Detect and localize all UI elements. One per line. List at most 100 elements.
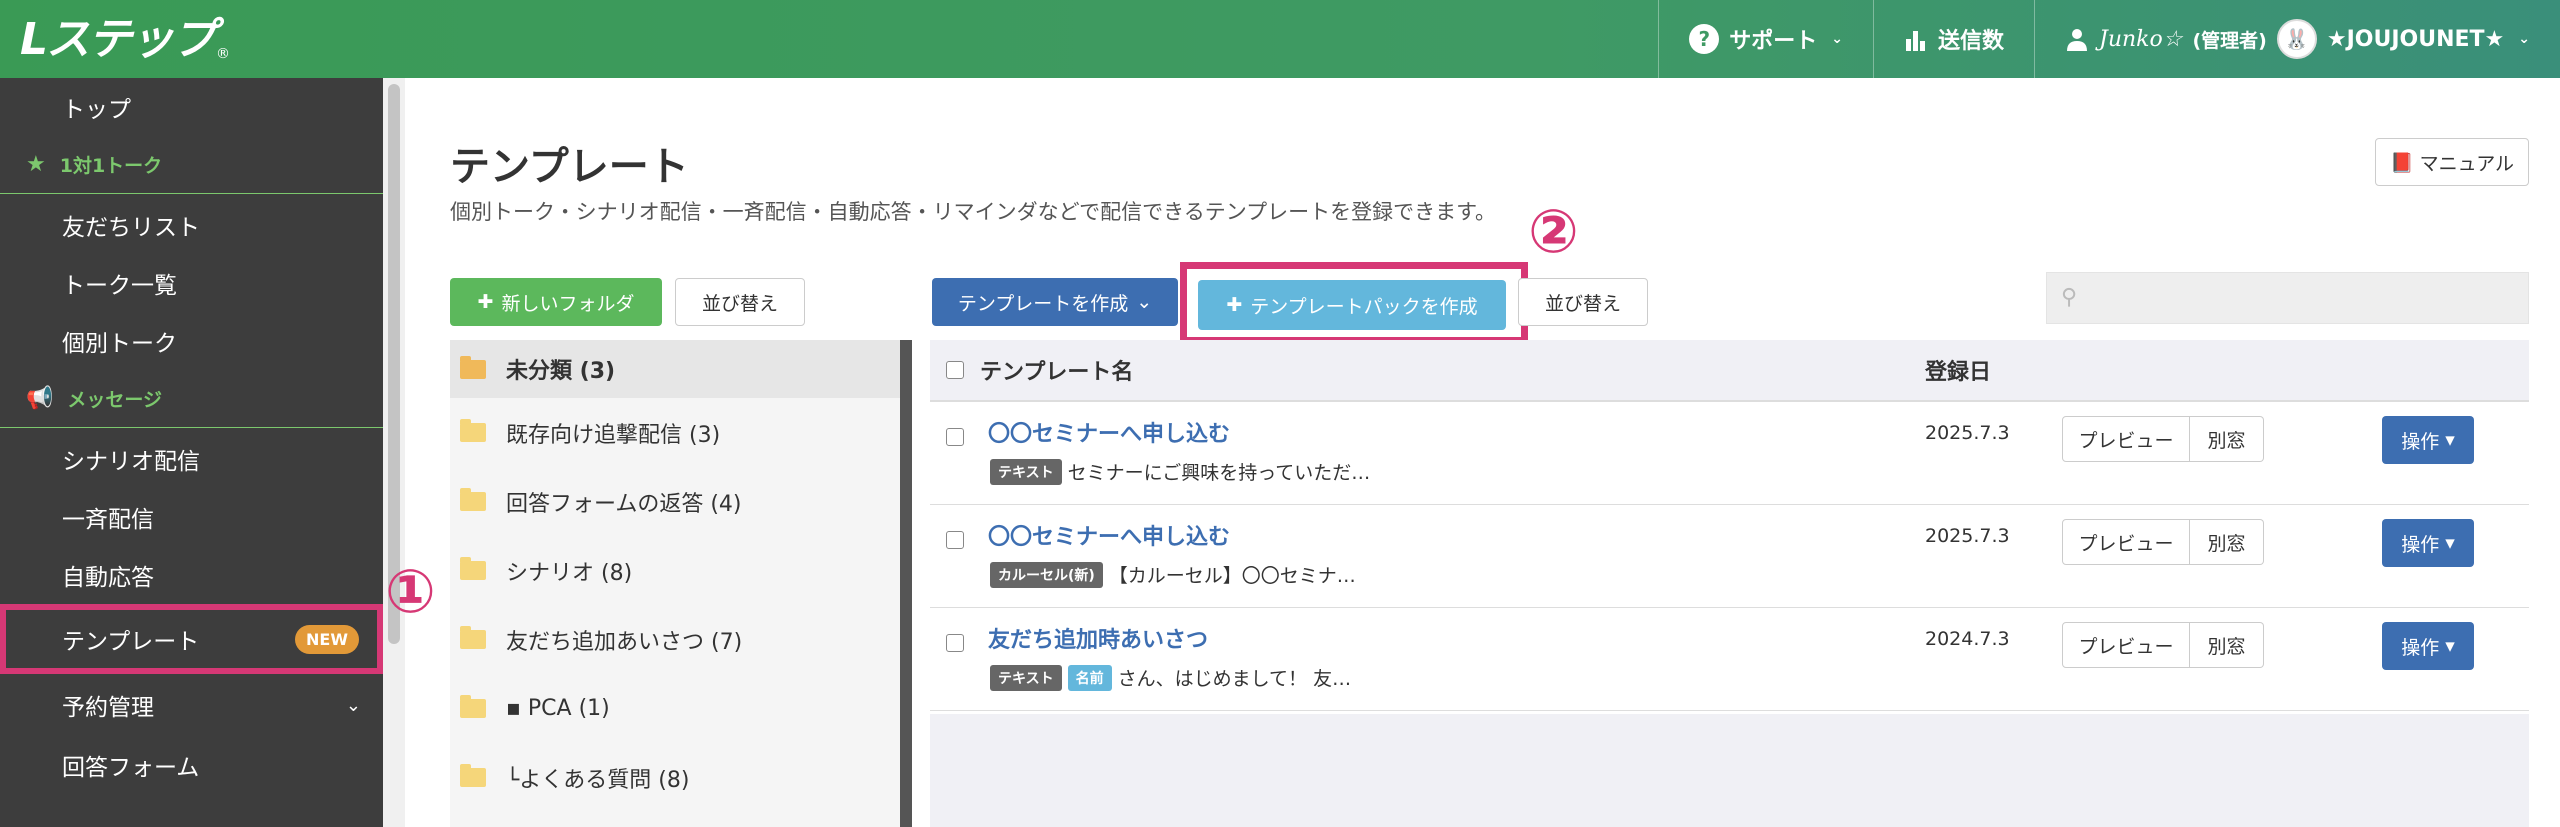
sidebar-item-reservation[interactable]: 予約管理 ⌄ xyxy=(0,674,383,736)
sidebar-item-top[interactable]: トップ xyxy=(0,78,383,136)
folder-list: 未分類 (3) 既存向け追撃配信 (3) 回答フォームの返答 (4) シナリオ … xyxy=(450,340,910,827)
create-template-button[interactable]: テンプレートを作成 ⌄ xyxy=(932,278,1178,326)
new-window-button[interactable]: 別窓 xyxy=(2190,622,2264,668)
sent-count-label: 送信数 xyxy=(1938,29,2005,54)
folder-icon xyxy=(460,626,486,649)
sent-count-menu[interactable]: 送信数 xyxy=(1873,0,2034,78)
support-menu[interactable]: ? サポート ⌄ xyxy=(1658,0,1873,78)
folder-icon xyxy=(460,488,486,511)
page-title: テンプレート xyxy=(450,144,689,190)
user-role: (管理者) xyxy=(2192,29,2267,52)
sidebar-item-scenario[interactable]: シナリオ配信 xyxy=(0,430,383,488)
user-menu[interactable]: Junko☆ (管理者) 🐰 ★JOUJOUNET★ ⌄ xyxy=(2034,0,2560,78)
chevron-down-icon: ⌄ xyxy=(1136,291,1153,313)
sidebar-item-individual-talk[interactable]: 個別トーク xyxy=(0,312,383,370)
row-checkbox[interactable] xyxy=(946,531,964,549)
preview-button[interactable]: プレビュー xyxy=(2062,416,2190,462)
sidebar-item-label: 友だちリスト xyxy=(62,215,200,241)
operation-button[interactable]: 操作 ▾ xyxy=(2382,416,2474,464)
sidebar-item-label: 予約管理 xyxy=(62,695,154,721)
folder-icon xyxy=(460,419,486,442)
star-icon: ★ xyxy=(26,152,46,177)
new-badge: NEW xyxy=(295,624,359,654)
sidebar-item-answer-form[interactable]: 回答フォーム xyxy=(0,736,383,794)
preview-button-group: プレビュー 別窓 xyxy=(2062,622,2264,668)
new-folder-label: 新しいフォルダ xyxy=(501,292,635,315)
top-header: Lステップ ® ? サポート ⌄ 送信数 Junko☆ (管理者) 🐰 ★JOU… xyxy=(0,0,2560,78)
folder-icon xyxy=(460,764,486,787)
excerpt-text: さん、はじめまして！ 友… xyxy=(1117,668,1352,690)
create-template-pack-button[interactable]: ✚ テンプレートパックを作成 xyxy=(1198,280,1506,330)
sidebar-section-message: 📢 メッセージ xyxy=(0,370,383,428)
table-row: 友だち追加時あいさつ テキスト 名前 さん、はじめまして！ 友… 2024.7.… xyxy=(930,608,2529,711)
template-sort-button[interactable]: 並び替え xyxy=(1518,278,1648,326)
bar-chart-icon xyxy=(1906,31,1925,51)
sidebar-item-label: トップ xyxy=(62,97,131,123)
folder-item[interactable]: 未分類 (3) xyxy=(450,340,910,398)
help-icon: ? xyxy=(1689,24,1720,54)
folder-item[interactable]: 既存向け追撃配信 (3) xyxy=(450,398,910,467)
preview-button[interactable]: プレビュー xyxy=(2062,622,2190,668)
operation-label: 操作 xyxy=(2401,636,2440,659)
select-all-checkbox[interactable] xyxy=(946,361,964,379)
manual-button[interactable]: 📕 マニュアル xyxy=(2375,138,2529,186)
folder-sort-button[interactable]: 並び替え xyxy=(675,278,805,326)
sidebar-item-label: シナリオ配信 xyxy=(62,449,200,475)
folder-name: 未分類 (3) xyxy=(506,359,616,384)
preview-button-group: プレビュー 別窓 xyxy=(2062,519,2264,565)
search-icon: ⚲ xyxy=(2061,285,2078,310)
folder-name: └よくある質問 (8) xyxy=(506,767,690,793)
table-row: 〇〇セミナーへ申し込む テキスト セミナーにご興味を持っていただ… 2025.7… xyxy=(930,402,2529,505)
folder-name: 友だち追加あいさつ (7) xyxy=(506,629,743,655)
sidebar-item-label: 回答フォーム xyxy=(62,755,200,781)
folder-open-icon xyxy=(460,355,486,379)
new-window-button[interactable]: 別窓 xyxy=(2190,519,2264,565)
template-excerpt: テキスト 名前 さん、はじめまして！ 友… xyxy=(990,664,1351,691)
create-template-label: テンプレートを作成 xyxy=(957,292,1129,315)
page-description: 個別トーク・シナリオ配信・一斉配信・自動応答・リマインダなどで配信できるテンプレ… xyxy=(450,200,1497,224)
book-icon: 📕 xyxy=(2389,151,2414,174)
chevron-down-icon: ⌄ xyxy=(1831,31,1843,47)
template-title-link[interactable]: 〇〇セミナーへ申し込む xyxy=(988,416,1230,448)
type-tag: カルーセル(新) xyxy=(990,561,1103,588)
operation-label: 操作 xyxy=(2401,430,2440,453)
support-label: サポート xyxy=(1729,29,1818,54)
new-folder-button[interactable]: ✚ 新しいフォルダ xyxy=(450,278,662,326)
lstep-logo[interactable]: Lステップ ® xyxy=(20,12,230,68)
table-header: テンプレート名 登録日 xyxy=(930,340,2529,402)
caret-down-icon: ▾ xyxy=(2445,429,2455,451)
folder-name: 既存向け追撃配信 (3) xyxy=(506,422,721,448)
folder-item[interactable]: ▪ PCA (1) xyxy=(450,674,910,743)
panel-divider[interactable] xyxy=(900,340,912,827)
search-input[interactable]: ⚲ xyxy=(2046,272,2529,324)
preview-button[interactable]: プレビュー xyxy=(2062,519,2190,565)
sidebar-item-label: 一斉配信 xyxy=(62,507,154,533)
folder-item[interactable]: 回答フォームの返答 (4) xyxy=(450,467,910,536)
table-empty-area xyxy=(930,714,2529,827)
sidebar-item-label: テンプレート xyxy=(62,629,200,655)
template-title-link[interactable]: 〇〇セミナーへ申し込む xyxy=(988,519,1230,551)
user-icon xyxy=(2067,29,2088,51)
template-title-link[interactable]: 友だち追加時あいさつ xyxy=(988,622,1208,654)
sidebar-item-talk-list[interactable]: トーク一覧 xyxy=(0,254,383,312)
annotation-number-2: ② xyxy=(1528,197,1579,267)
sidebar-item-broadcast[interactable]: 一斉配信 xyxy=(0,488,383,546)
sidebar-item-auto-reply[interactable]: 自動応答 xyxy=(0,546,383,604)
row-checkbox[interactable] xyxy=(946,634,964,652)
folder-item[interactable]: シナリオ (8) xyxy=(450,536,910,605)
operation-button[interactable]: 操作 ▾ xyxy=(2382,519,2474,567)
operation-label: 操作 xyxy=(2401,533,2440,556)
sidebar-item-template[interactable]: テンプレート NEW xyxy=(0,604,383,674)
template-table: テンプレート名 登録日 〇〇セミナーへ申し込む テキスト セミナーにご興味を持っ… xyxy=(930,340,2529,711)
sidebar-item-friends[interactable]: 友だちリスト xyxy=(0,196,383,254)
registered-date: 2025.7.3 xyxy=(1925,525,2010,547)
account-name: ★JOUJOUNET★ xyxy=(2326,26,2505,52)
logo-text: Lステップ xyxy=(20,14,216,65)
folder-item[interactable]: 友だち追加あいさつ (7) xyxy=(450,605,910,674)
sidebar-section-talk: ★ 1対1トーク xyxy=(0,136,383,194)
folder-item[interactable]: └よくある質問 (8) xyxy=(450,743,910,812)
plus-icon: ✚ xyxy=(477,291,494,313)
new-window-button[interactable]: 別窓 xyxy=(2190,416,2264,462)
operation-button[interactable]: 操作 ▾ xyxy=(2382,622,2474,670)
row-checkbox[interactable] xyxy=(946,428,964,446)
